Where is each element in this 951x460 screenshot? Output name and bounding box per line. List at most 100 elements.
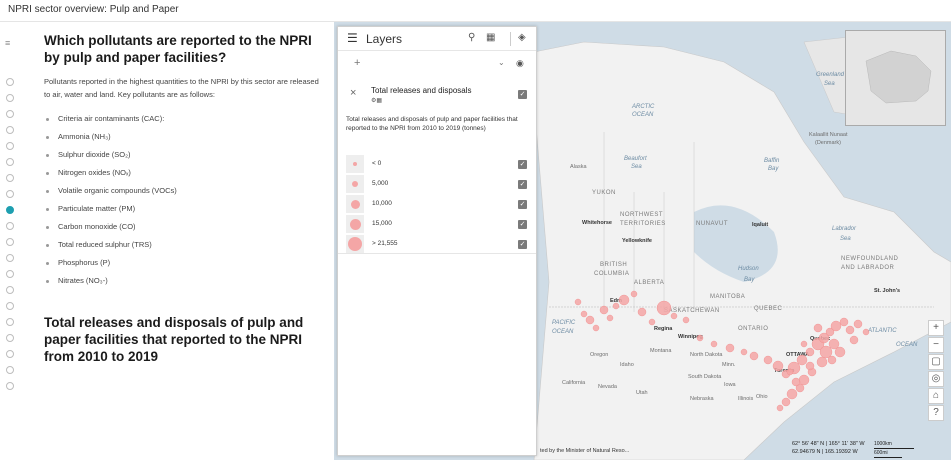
facility-bubble[interactable]: [796, 354, 808, 366]
layers-panel[interactable]: ☰ Layers ⚲ ▦ ◈ + ⌄ ◉ × Total releases an…: [337, 26, 537, 456]
facility-bubble[interactable]: [740, 348, 748, 356]
chevron-down-icon[interactable]: ⌄: [498, 58, 505, 67]
facility-bubble[interactable]: [786, 368, 794, 376]
facility-bubble[interactable]: [682, 316, 690, 324]
facility-bubble[interactable]: [827, 355, 837, 365]
zoom-in-button[interactable]: +: [928, 320, 944, 336]
remove-layer-icon[interactable]: ×: [350, 87, 356, 99]
list-item: Ammonia (NH₃): [44, 128, 324, 146]
layer-name: Total releases and disposals: [371, 86, 472, 95]
facility-bubble[interactable]: [618, 294, 630, 306]
story-nav-dot[interactable]: [6, 350, 14, 358]
facility-bubble[interactable]: [670, 312, 678, 320]
facility-bubble[interactable]: [800, 340, 808, 348]
story-nav-dot[interactable]: [6, 142, 14, 150]
facility-bubble[interactable]: [839, 317, 849, 327]
legend-symbol: [346, 235, 364, 253]
help-icon[interactable]: ?: [928, 405, 944, 421]
facility-bubble[interactable]: [791, 377, 801, 387]
fullscreen-icon[interactable]: ▢: [928, 354, 944, 370]
story-nav-dot[interactable]: [6, 158, 14, 166]
layer-settings-icon[interactable]: ⚙▦: [371, 97, 382, 104]
story-nav-dot[interactable]: [6, 94, 14, 102]
overview-minimap[interactable]: [845, 30, 946, 126]
list-item: Criteria air contaminants (CAC):: [44, 110, 324, 128]
facility-bubble[interactable]: [862, 328, 870, 336]
legend-checkbox[interactable]: ✓: [518, 240, 527, 249]
search-icon[interactable]: ⚲: [468, 32, 475, 43]
layer-toolbar: + ⌄ ◉: [338, 55, 536, 75]
layers-icon[interactable]: ◈: [518, 32, 526, 43]
nav-toggle-icon[interactable]: ≡: [5, 38, 10, 48]
facility-bubble[interactable]: [574, 298, 582, 306]
facility-bubble[interactable]: [725, 343, 735, 353]
facility-bubble[interactable]: [599, 305, 609, 315]
facility-bubble[interactable]: [772, 360, 784, 372]
add-layer-icon[interactable]: +: [354, 57, 360, 69]
legend-symbol: [346, 195, 364, 213]
story-nav-dot[interactable]: [6, 78, 14, 86]
story-panel: Which pollutants are reported to the NPR…: [22, 22, 334, 460]
story-nav-dot[interactable]: [6, 254, 14, 262]
story-nav-dot[interactable]: [6, 126, 14, 134]
facility-bubble[interactable]: [805, 347, 815, 357]
menu-icon[interactable]: ☰: [347, 31, 358, 45]
story-nav-dot[interactable]: [6, 206, 14, 214]
story-nav-dot[interactable]: [6, 222, 14, 230]
facility-bubble[interactable]: [630, 290, 638, 298]
facility-bubble[interactable]: [585, 315, 595, 325]
facility-bubble[interactable]: [819, 345, 833, 359]
minimap-canada-shape: [865, 50, 932, 104]
section-heading-2: Total releases and disposals of pulp and…: [44, 315, 304, 364]
legend-bubble: [350, 199, 360, 209]
story-nav-dot[interactable]: [6, 286, 14, 294]
facility-bubble[interactable]: [781, 397, 791, 407]
facility-bubble[interactable]: [830, 320, 842, 332]
facility-bubble[interactable]: [696, 334, 704, 342]
legend-label: 15,000: [372, 220, 392, 227]
story-nav-dot[interactable]: [6, 270, 14, 278]
facility-bubble[interactable]: [834, 346, 846, 358]
story-nav-dot[interactable]: [6, 302, 14, 310]
story-nav-dot[interactable]: [6, 174, 14, 182]
facility-bubble[interactable]: [786, 388, 798, 400]
story-nav-dot[interactable]: [6, 366, 14, 374]
locate-icon[interactable]: ◎: [928, 371, 944, 387]
facility-bubble[interactable]: [637, 307, 647, 317]
facility-bubble[interactable]: [853, 319, 863, 329]
home-icon[interactable]: ⌂: [928, 388, 944, 404]
legend-checkbox[interactable]: ✓: [518, 160, 527, 169]
facility-bubble[interactable]: [592, 324, 600, 332]
facility-bubble[interactable]: [845, 325, 855, 335]
story-nav-dot[interactable]: [6, 318, 14, 326]
facility-bubble[interactable]: [710, 340, 718, 348]
layer-visibility-checkbox[interactable]: ✓: [518, 90, 527, 99]
facility-bubble[interactable]: [606, 314, 614, 322]
facility-bubble[interactable]: [816, 356, 828, 368]
visibility-eye-icon[interactable]: ◉: [516, 58, 524, 69]
facility-bubble[interactable]: [776, 404, 784, 412]
facility-bubble[interactable]: [763, 355, 773, 365]
story-nav-dot[interactable]: [6, 190, 14, 198]
facility-bubble[interactable]: [749, 351, 759, 361]
story-nav-dot[interactable]: [6, 238, 14, 246]
legend-checkbox[interactable]: ✓: [518, 220, 527, 229]
facility-bubble[interactable]: [805, 361, 815, 371]
facility-bubble[interactable]: [656, 300, 672, 316]
story-nav-dot[interactable]: [6, 382, 14, 390]
facility-bubble[interactable]: [580, 310, 588, 318]
story-nav-dot[interactable]: [6, 110, 14, 118]
list-item: Carbon monoxide (CO): [44, 218, 324, 236]
layer-item[interactable]: × Total releases and disposals ⚙▦ ✓: [338, 81, 536, 111]
legend-checkbox[interactable]: ✓: [518, 200, 527, 209]
zoom-out-button[interactable]: −: [928, 337, 944, 353]
legend-checkbox[interactable]: ✓: [518, 180, 527, 189]
basemap-icon[interactable]: ▦: [486, 32, 495, 43]
facility-bubble[interactable]: [798, 374, 810, 386]
legend-label: 10,000: [372, 200, 392, 207]
facility-bubble[interactable]: [612, 302, 620, 310]
facility-bubble[interactable]: [849, 335, 859, 345]
facility-bubble[interactable]: [813, 323, 823, 333]
facility-bubble[interactable]: [648, 318, 656, 326]
story-nav-dot[interactable]: [6, 334, 14, 342]
